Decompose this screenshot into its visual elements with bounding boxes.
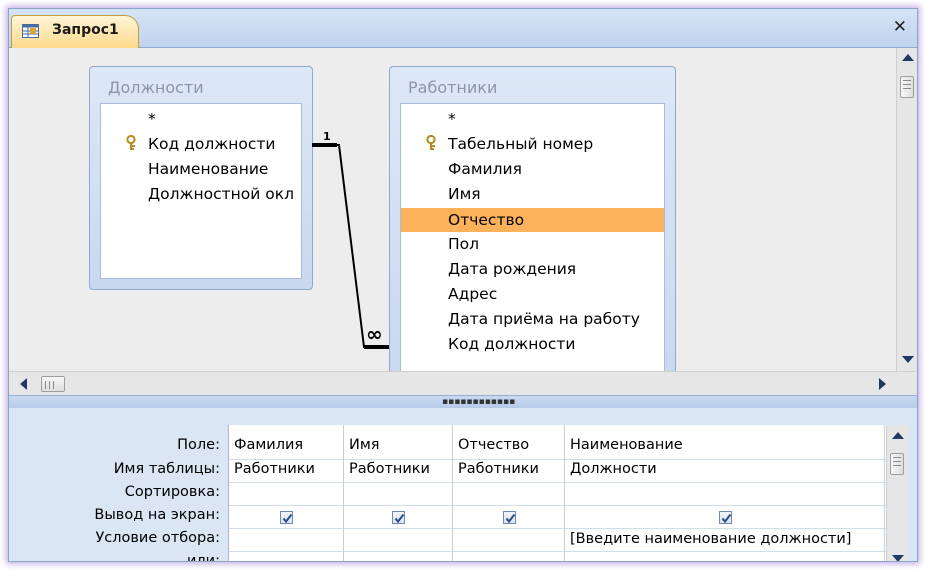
row-label-show: Вывод на экран: bbox=[94, 507, 220, 523]
scroll-down-arrow-icon[interactable] bbox=[892, 555, 904, 561]
query-design-icon bbox=[22, 24, 39, 38]
design-horizontal-scrollbar[interactable] bbox=[9, 371, 917, 396]
scroll-up-arrow-icon[interactable] bbox=[902, 54, 914, 61]
row-label-table: Имя таблицы: bbox=[113, 461, 220, 477]
scroll-thumb[interactable] bbox=[41, 376, 65, 392]
splitter-grip-icon: ▪▪▪▪▪▪▪▪▪▪▪▪ bbox=[442, 397, 516, 407]
document-tab-strip: Запрос1 ✕ bbox=[9, 9, 917, 48]
grid-field-cell[interactable]: Имя bbox=[349, 437, 380, 453]
scroll-down-arrow-icon[interactable] bbox=[902, 356, 914, 363]
row-label-sort: Сортировка: bbox=[124, 484, 220, 500]
grid-criteria-cell[interactable]: [Введите наименование должности] bbox=[570, 531, 851, 547]
show-checkbox[interactable] bbox=[719, 511, 732, 524]
scroll-right-arrow-icon[interactable] bbox=[879, 378, 886, 390]
grid-table-cell[interactable]: Работники bbox=[349, 461, 430, 477]
scroll-thumb[interactable] bbox=[890, 453, 904, 475]
grid-field-cell[interactable]: Фамилия bbox=[234, 437, 303, 453]
show-checkbox[interactable] bbox=[392, 511, 405, 524]
query-design-window: Запрос1 ✕ Должности * Код должности Наим… bbox=[8, 8, 918, 562]
grid-table-cell[interactable]: Работники bbox=[458, 461, 539, 477]
grid-table-cell[interactable]: Работники bbox=[234, 461, 315, 477]
pane-splitter[interactable]: ▪▪▪▪▪▪▪▪▪▪▪▪ bbox=[9, 395, 917, 409]
scroll-thumb[interactable] bbox=[900, 76, 914, 98]
row-label-criteria: Условие отбора: bbox=[95, 530, 220, 546]
grid-field-cell[interactable]: Отчество bbox=[458, 437, 529, 453]
scroll-up-arrow-icon[interactable] bbox=[892, 432, 904, 439]
close-icon[interactable]: ✕ bbox=[893, 18, 907, 36]
qbe-grid[interactable]: Фамилия Работники Имя Работники Отчество… bbox=[228, 425, 886, 561]
query-design-grid-pane: Поле: Имя таблицы: Сортировка: Вывод на … bbox=[9, 408, 917, 561]
show-checkbox[interactable] bbox=[280, 511, 293, 524]
relationship-many-label: ∞ bbox=[366, 322, 383, 346]
relationship-one-label: 1 bbox=[323, 130, 331, 143]
scroll-left-arrow-icon[interactable] bbox=[20, 378, 27, 390]
tab-query1[interactable]: Запрос1 bbox=[11, 15, 139, 48]
relationship-line[interactable] bbox=[9, 48, 896, 371]
show-checkbox[interactable] bbox=[503, 511, 516, 524]
grid-table-cell[interactable]: Должности bbox=[570, 461, 657, 477]
row-label-field: Поле: bbox=[177, 437, 220, 453]
row-label-or: или: bbox=[186, 553, 220, 561]
tab-label: Запрос1 bbox=[52, 22, 119, 38]
grid-vertical-scrollbar[interactable] bbox=[886, 425, 908, 561]
table-design-area[interactable]: Должности * Код должности Наименование Д… bbox=[9, 48, 896, 371]
design-vertical-scrollbar[interactable] bbox=[896, 48, 917, 371]
grid-field-cell[interactable]: Наименование bbox=[570, 437, 683, 453]
